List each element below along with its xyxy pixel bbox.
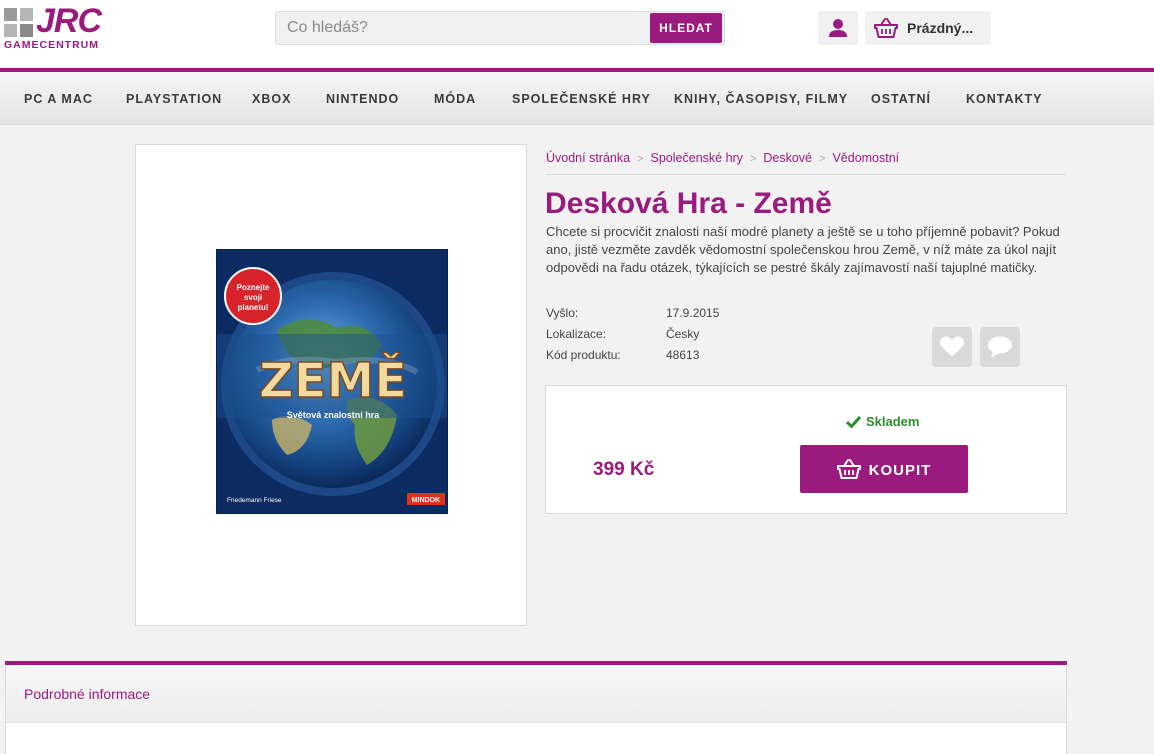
product-price: 399 Kč: [593, 459, 655, 480]
breadcrumb-vedomostni[interactable]: Vědomostní: [832, 151, 899, 165]
product-title: Desková Hra - Země: [545, 187, 832, 220]
nav-item-spolecenske-hry[interactable]: SPOLEČENSKÉ HRY: [512, 92, 651, 106]
details-tab-label: Podrobné informace: [24, 686, 151, 702]
nav-item-moda[interactable]: MÓDA: [434, 92, 476, 106]
prop-value-release: 17.9.2015: [666, 306, 720, 320]
svg-text:MINDOK: MINDOK: [412, 497, 440, 504]
prop-label-localization: Lokalizace:: [546, 327, 607, 341]
product-image: Poznejte svoji planetu! ZEMĚ Světová zna…: [216, 249, 448, 514]
box-art: Poznejte svoji planetu! ZEMĚ Světová zna…: [217, 250, 447, 513]
product-description: Chcete si procvičit znalosti naší modré …: [546, 224, 1060, 275]
comment-button[interactable]: [980, 327, 1020, 367]
details-section: Podrobné informace: [5, 665, 1067, 754]
prop-label-release: Vyšlo:: [546, 306, 579, 320]
svg-text:Poznejte: Poznejte: [237, 283, 270, 292]
breadcrumb-deskove[interactable]: Deskové: [763, 151, 812, 165]
stock-status: Skladem: [845, 414, 920, 429]
nav-item-kontakty[interactable]: KONTAKTY: [966, 92, 1043, 106]
svg-text:ZEMĚ: ZEMĚ: [259, 352, 407, 409]
site-header: JRC GAMECENTRUM HLEDAT Prázdný...: [0, 0, 1154, 68]
nav-item-knihy[interactable]: KNIHY, ČASOPISY, FILMY: [674, 92, 848, 106]
nav-item-xbox[interactable]: XBOX: [252, 92, 291, 106]
buy-button-label: KOUPIT: [868, 462, 932, 479]
nav-item-playstation[interactable]: PLAYSTATION: [126, 92, 222, 106]
prop-label-code: Kód produktu:: [546, 348, 621, 362]
basket-icon: [874, 18, 898, 38]
svg-text:Friedemann Friese: Friedemann Friese: [227, 497, 282, 504]
buy-box: Skladem 399 Kč KOUPIT: [545, 385, 1067, 514]
breadcrumb: Úvodní stránka > Společenské hry > Deskové > V…: [546, 151, 1066, 175]
main-nav: PC A MAC PLAYSTATION XBOX NINTENDO MÓDA …: [0, 72, 1154, 125]
logo-mark-icon: [4, 8, 34, 38]
nav-item-ostatni[interactable]: OSTATNÍ: [871, 92, 931, 106]
tab-details[interactable]: Podrobné informace: [6, 665, 1066, 723]
svg-text:Světová znalostní hra: Světová znalostní hra: [287, 410, 381, 420]
wishlist-button[interactable]: [932, 327, 972, 367]
nav-item-nintendo[interactable]: NINTENDO: [326, 92, 399, 106]
check-icon: [845, 415, 862, 429]
breadcrumb-separator: >: [819, 153, 826, 165]
prop-value-localization: Česky: [666, 327, 700, 341]
logo-subtitle: GAMECENTRUM: [4, 39, 99, 51]
svg-text:planetu!: planetu!: [237, 303, 268, 312]
search-button[interactable]: HLEDAT: [650, 13, 722, 43]
cart-label: Prázdný...: [907, 20, 974, 36]
stock-label: Skladem: [866, 414, 920, 429]
cart-button[interactable]: Prázdný...: [865, 11, 991, 45]
account-button[interactable]: [818, 11, 858, 45]
breadcrumb-spolecenske-hry[interactable]: Společenské hry: [651, 151, 743, 165]
breadcrumb-separator: >: [637, 153, 644, 165]
logo-text: JRC: [36, 2, 102, 40]
buy-button[interactable]: KOUPIT: [800, 445, 968, 493]
heart-icon: [940, 336, 964, 357]
svg-text:svoji: svoji: [244, 293, 262, 302]
product-image-box[interactable]: Poznejte svoji planetu! ZEMĚ Světová zna…: [135, 144, 527, 626]
search-bar: HLEDAT: [275, 11, 725, 45]
search-input[interactable]: [276, 12, 646, 44]
logo[interactable]: JRC GAMECENTRUM: [4, 2, 124, 52]
breadcrumb-home[interactable]: Úvodní stránka: [546, 151, 630, 165]
nav-item-pc-mac[interactable]: PC A MAC: [24, 92, 93, 106]
breadcrumb-separator: >: [749, 153, 757, 165]
basket-icon: [836, 459, 861, 479]
speech-bubble-icon: [988, 336, 1012, 358]
prop-value-code: 48613: [666, 348, 700, 362]
user-icon: [829, 19, 847, 37]
